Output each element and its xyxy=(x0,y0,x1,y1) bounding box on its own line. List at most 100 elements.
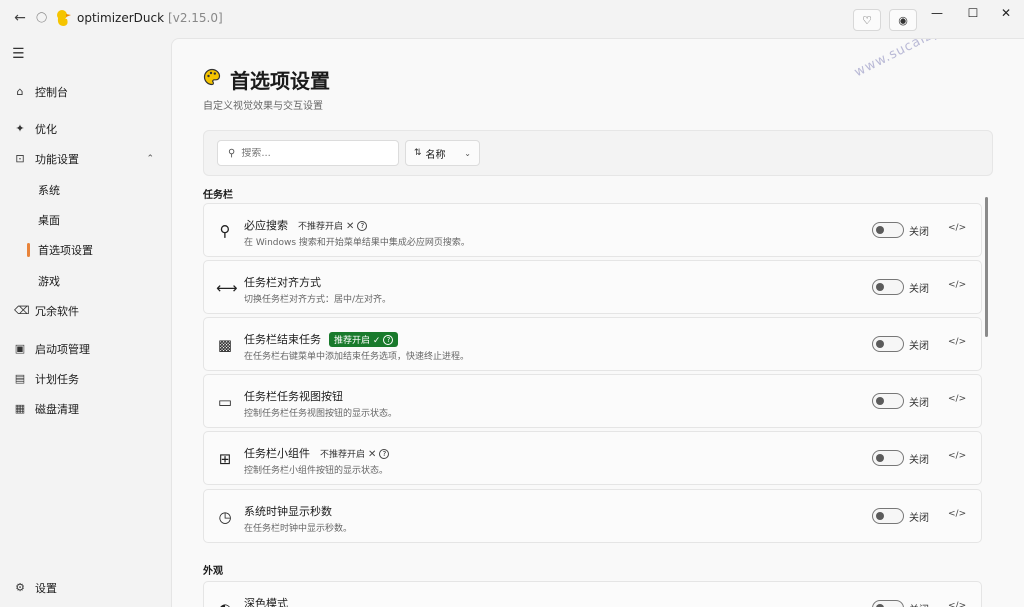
contrast-icon: ◐ xyxy=(216,600,234,607)
shield-icon: ◯ xyxy=(36,12,48,23)
sidebar-item-label: 游戏 xyxy=(38,275,60,288)
sidebar-item-system[interactable]: 系统 xyxy=(0,176,170,204)
heart-icon: ♡ xyxy=(862,13,872,27)
code-icon[interactable]: </> xyxy=(948,280,966,290)
sidebar-item-disk-cleanup[interactable]: ▦ 磁盘清理 xyxy=(0,395,170,423)
favorite-button[interactable]: ♡ xyxy=(853,9,881,31)
sidebar-item-label: 设置 xyxy=(35,582,57,595)
duck-logo-icon xyxy=(57,10,71,26)
search-icon: ⚲ xyxy=(219,222,231,240)
code-icon[interactable]: </> xyxy=(948,451,966,461)
sidebar-item-optimize[interactable]: ✦ 优化 xyxy=(0,115,170,143)
terminal-icon: ▩ xyxy=(217,336,233,354)
palette-icon xyxy=(203,68,221,86)
chevron-up-icon: ⌃ xyxy=(146,154,154,164)
sidebar-item-settings[interactable]: ⚙ 设置 xyxy=(0,574,170,602)
app-title: optimizerDuck [v2.15.0] xyxy=(77,11,223,25)
back-icon[interactable]: ← xyxy=(12,10,28,26)
help-icon[interactable]: ? xyxy=(383,335,394,345)
close-icon: ✕ xyxy=(368,449,377,460)
minimize-button[interactable]: — xyxy=(926,6,948,20)
sort-icon: ⇅ xyxy=(414,148,422,158)
setting-title-text: 任务栏结束任务 xyxy=(244,333,321,346)
setting-card-widgets: ⊞ 任务栏小组件 不推荐开启 ✕? 控制任务栏小组件按钮的显示状态。 关闭 </> xyxy=(203,431,982,485)
sidebar-item-label: 磁盘清理 xyxy=(35,403,79,416)
setting-title: 任务栏任务视图按钮 xyxy=(244,390,343,403)
setting-title-text: 任务栏小组件 xyxy=(244,447,310,460)
setting-description: 在 Windows 搜索和开始菜单结果中集成必应网页搜索。 xyxy=(244,238,470,248)
code-icon[interactable]: </> xyxy=(948,601,966,607)
toggle-state-label: 关闭 xyxy=(909,455,929,466)
help-icon[interactable]: ? xyxy=(379,449,390,459)
watermark-text: www.sucaizy.com xyxy=(852,38,973,81)
sidebar-item-bloatware[interactable]: ⌫ 冗余软件 xyxy=(0,297,170,325)
setting-description: 在任务栏时钟中显示秒数。 xyxy=(244,524,353,534)
menu-icon[interactable]: ☰ xyxy=(12,46,25,62)
sidebar-item-dashboard[interactable]: ⌂ 控制台 xyxy=(0,78,170,106)
rocket-icon: ✦ xyxy=(15,122,25,135)
recommended-tag: 推荐开启 ✓? xyxy=(329,332,399,347)
toggle-switch[interactable] xyxy=(872,279,904,295)
not-recommended-tag: 不推荐开启 xyxy=(298,222,344,232)
setting-title-text: 必应搜索 xyxy=(244,219,288,232)
task-icon: ▤ xyxy=(14,372,26,385)
toggle-switch[interactable] xyxy=(872,336,904,352)
active-indicator xyxy=(27,243,30,257)
app-version: [v2.15.0] xyxy=(168,11,223,25)
setting-description: 在任务栏右键菜单中添加结束任务选项，快速终止进程。 xyxy=(244,352,470,362)
toggle-state-label: 关闭 xyxy=(909,341,929,352)
setting-title: 任务栏小组件 不推荐开启 ✕? xyxy=(244,445,390,461)
sort-dropdown[interactable]: ⇅ 名称 ⌄ xyxy=(405,140,480,166)
toggle-switch[interactable] xyxy=(872,393,904,409)
chevron-down-icon: ⌄ xyxy=(464,148,471,158)
setting-description: 切换任务栏对齐方式：居中/左对齐。 xyxy=(244,295,392,305)
sidebar-item-label: 冗余软件 xyxy=(35,305,79,318)
sort-label: 名称 xyxy=(425,149,446,161)
main-panel: 首选项设置 自定义视觉效果与交互设置 www.sucaizy.com ⚲ ⇅ 名… xyxy=(171,38,1024,607)
setting-title: 任务栏对齐方式 xyxy=(244,276,321,289)
code-icon[interactable]: </> xyxy=(948,394,966,404)
sidebar-item-desktop[interactable]: 桌面 xyxy=(0,206,170,234)
search-box[interactable]: ⚲ xyxy=(217,140,399,166)
sidebar-item-features[interactable]: ⊡ 功能设置 ⌃ xyxy=(0,145,170,173)
setting-title: 深色模式 xyxy=(244,597,288,607)
gear-icon: ⚙ xyxy=(15,581,25,594)
title-bar: ← ◯ optimizerDuck [v2.15.0] ♡ ◉ — ☐ ✕ xyxy=(0,0,1024,38)
camera-icon: ◉ xyxy=(898,13,908,27)
toggle-switch[interactable] xyxy=(872,600,904,607)
help-icon[interactable]: ? xyxy=(357,221,368,231)
section-taskbar: 任务栏 xyxy=(203,190,233,201)
toggle-switch[interactable] xyxy=(872,508,904,524)
setting-card-taskbar-alignment: ⟷ 任务栏对齐方式 切换任务栏对齐方式：居中/左对齐。 关闭 </> xyxy=(203,260,982,314)
code-icon[interactable]: </> xyxy=(948,509,966,519)
close-button[interactable]: ✕ xyxy=(995,6,1017,20)
sidebar: ☰ ⌂ 控制台 ✦ 优化 ⊡ 功能设置 ⌃ 系统 桌面 首选项设置 游戏 ⌫ 冗… xyxy=(0,38,170,607)
trash-icon: ⌫ xyxy=(14,304,30,317)
section-appearance: 外观 xyxy=(203,566,223,577)
sidebar-item-preferences[interactable]: 首选项设置 xyxy=(0,236,170,264)
sidebar-item-label: 计划任务 xyxy=(35,373,79,386)
sidebar-item-label: 首选项设置 xyxy=(38,244,93,257)
setting-card-clock-seconds: ◷ 系统时钟显示秒数 在任务栏时钟中显示秒数。 关闭 </> xyxy=(203,489,982,543)
screenshot-button[interactable]: ◉ xyxy=(889,9,917,31)
setting-title: 必应搜索 不推荐开启 ✕? xyxy=(244,217,368,233)
page-subtitle: 自定义视觉效果与交互设置 xyxy=(203,101,323,112)
toggle-switch[interactable] xyxy=(872,450,904,466)
sidebar-item-startup[interactable]: ▣ 启动项管理 xyxy=(0,335,170,363)
scrollbar[interactable] xyxy=(985,197,988,337)
sidebar-item-label: 桌面 xyxy=(38,214,60,227)
toggle-switch[interactable] xyxy=(872,222,904,238)
code-icon[interactable]: </> xyxy=(948,337,966,347)
toggle-icon: ⊡ xyxy=(15,152,25,165)
search-icon: ⚲ xyxy=(228,147,236,159)
sidebar-item-games[interactable]: 游戏 xyxy=(0,267,170,295)
toggle-state-label: 关闭 xyxy=(909,227,929,238)
code-icon[interactable]: </> xyxy=(948,223,966,233)
maximize-button[interactable]: ☐ xyxy=(962,6,984,20)
sidebar-item-label: 启动项管理 xyxy=(35,343,90,356)
sidebar-item-scheduled-tasks[interactable]: ▤ 计划任务 xyxy=(0,365,170,393)
sidebar-item-label: 控制台 xyxy=(35,86,68,99)
search-input[interactable] xyxy=(241,147,392,159)
setting-card-dark-mode: ◐ 深色模式 关闭 </> xyxy=(203,581,982,607)
setting-card-end-task: ▩ 任务栏结束任务 推荐开启 ✓? 在任务栏右键菜单中添加结束任务选项，快速终止进… xyxy=(203,317,982,371)
